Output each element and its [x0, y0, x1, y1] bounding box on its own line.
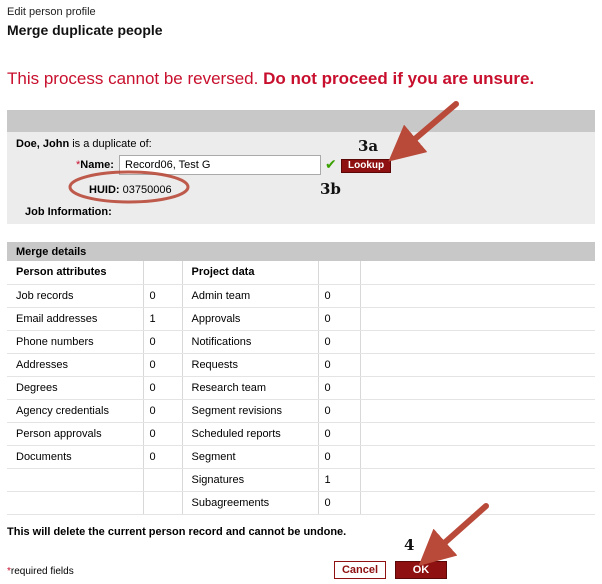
- name-label-text: Name:: [80, 159, 114, 171]
- row-spacer: [360, 445, 595, 469]
- person-attribute-name: Documents: [7, 445, 144, 469]
- duplicate-panel-header: [7, 110, 595, 132]
- huid-field: HUID: 03750006: [89, 184, 172, 196]
- duplicate-panel: Doe, John is a duplicate of: *Name: ✔ Lo…: [7, 110, 595, 224]
- merge-details-table: Person attributes Project data Job recor…: [7, 261, 595, 515]
- person-attribute-count: 0: [143, 445, 183, 469]
- person-attribute-count: [143, 468, 183, 492]
- warning-emphasis: Do not proceed if you are unsure.: [263, 69, 535, 88]
- project-data-count: 0: [318, 491, 361, 515]
- project-data-count: 0: [318, 330, 361, 354]
- person-attribute-name: Person approvals: [7, 422, 144, 446]
- duplicate-caption-text: is a duplicate of:: [69, 138, 152, 150]
- lookup-button[interactable]: Lookup: [341, 159, 392, 173]
- warning-text: This process cannot be reversed.: [7, 69, 264, 88]
- project-data-header: Project data: [182, 261, 319, 285]
- irreversible-warning: This process cannot be reversed. Do not …: [7, 69, 534, 89]
- merge-table-row: Subagreements 0: [7, 491, 595, 515]
- project-data-count: 0: [318, 376, 361, 400]
- duplicate-panel-body: Doe, John is a duplicate of: *Name: ✔ Lo…: [7, 132, 595, 224]
- project-data-name: Scheduled reports: [182, 422, 319, 446]
- row-spacer: [360, 307, 595, 331]
- person-attributes-header: Person attributes: [7, 261, 144, 285]
- row-spacer: [360, 422, 595, 446]
- merge-table-row: Degrees 0 Research team 0: [7, 376, 595, 400]
- project-data-name: Admin team: [182, 284, 319, 308]
- job-information-label: Job Information:: [25, 206, 112, 218]
- person-attribute-count: 0: [143, 330, 183, 354]
- project-data-name: Research team: [182, 376, 319, 400]
- project-data-name: Notifications: [182, 330, 319, 354]
- row-spacer: [360, 330, 595, 354]
- row-spacer: [360, 491, 595, 515]
- project-data-count: 1: [318, 468, 361, 492]
- huid-label: HUID:: [89, 184, 120, 196]
- project-count-header: [318, 261, 361, 285]
- merge-table-header-row: Person attributes Project data: [7, 261, 595, 285]
- person-attribute-count: 0: [143, 284, 183, 308]
- merge-table-row: Job records 0 Admin team 0: [7, 284, 595, 308]
- person-attribute-count: 0: [143, 399, 183, 423]
- person-attribute-name: Addresses: [7, 353, 144, 377]
- name-input[interactable]: [119, 155, 321, 175]
- ok-button[interactable]: OK: [395, 561, 447, 579]
- person-attribute-count: 0: [143, 376, 183, 400]
- person-attribute-count: 0: [143, 422, 183, 446]
- name-field-label: *Name:: [76, 159, 114, 171]
- merge-table-row: Person approvals 0 Scheduled reports 0: [7, 422, 595, 446]
- row-spacer: [360, 376, 595, 400]
- project-data-count: 0: [318, 307, 361, 331]
- huid-value: 03750006: [122, 184, 172, 196]
- merge-details-panel: Merge details Person attributes Project …: [7, 242, 595, 515]
- check-icon: ✔: [325, 156, 337, 172]
- merge-details-header: Merge details: [7, 242, 595, 261]
- project-data-name: Segment revisions: [182, 399, 319, 423]
- breadcrumb: Edit person profile: [7, 6, 96, 18]
- person-attribute-name: [7, 491, 144, 515]
- project-data-name: Segment: [182, 445, 319, 469]
- project-data-count: 0: [318, 422, 361, 446]
- project-data-name: Requests: [182, 353, 319, 377]
- page-title: Merge duplicate people: [7, 22, 163, 38]
- person-attribute-count: 1: [143, 307, 183, 331]
- row-spacer: [360, 399, 595, 423]
- row-spacer: [360, 468, 595, 492]
- required-fields-text: required fields: [10, 566, 74, 577]
- person-attribute-name: Agency credentials: [7, 399, 144, 423]
- project-data-count: 0: [318, 445, 361, 469]
- project-data-count: 0: [318, 284, 361, 308]
- merge-table-row: Signatures 1: [7, 468, 595, 492]
- person-count-header: [143, 261, 183, 285]
- row-spacer: [360, 353, 595, 377]
- person-attribute-count: 0: [143, 353, 183, 377]
- merge-table-row: Email addresses 1 Approvals 0: [7, 307, 595, 331]
- person-attribute-name: [7, 468, 144, 492]
- merge-table-row: Agency credentials 0 Segment revisions 0: [7, 399, 595, 423]
- merge-table-row: Addresses 0 Requests 0: [7, 353, 595, 377]
- person-attribute-count: [143, 491, 183, 515]
- project-data-count: 0: [318, 353, 361, 377]
- person-attribute-name: Job records: [7, 284, 144, 308]
- person-attribute-name: Phone numbers: [7, 330, 144, 354]
- project-data-count: 0: [318, 399, 361, 423]
- merge-table-row: Phone numbers 0 Notifications 0: [7, 330, 595, 354]
- merge-table-row: Documents 0 Segment 0: [7, 445, 595, 469]
- project-data-name: Approvals: [182, 307, 319, 331]
- spacer-header: [360, 261, 595, 285]
- project-data-name: Signatures: [182, 468, 319, 492]
- delete-warning-note: This will delete the current person reco…: [7, 526, 347, 538]
- duplicate-caption: Doe, John is a duplicate of:: [16, 138, 152, 150]
- person-attribute-name: Email addresses: [7, 307, 144, 331]
- annotation-label-3b: 3b: [320, 180, 341, 198]
- required-fields-note: *required fields: [7, 566, 74, 577]
- cancel-button[interactable]: Cancel: [334, 561, 386, 579]
- person-attribute-name: Degrees: [7, 376, 144, 400]
- duplicate-person-name: Doe, John: [16, 138, 70, 150]
- annotation-label-4: 4: [404, 536, 415, 554]
- project-data-name: Subagreements: [182, 491, 319, 515]
- annotation-label-3a: 3a: [358, 137, 379, 155]
- row-spacer: [360, 284, 595, 308]
